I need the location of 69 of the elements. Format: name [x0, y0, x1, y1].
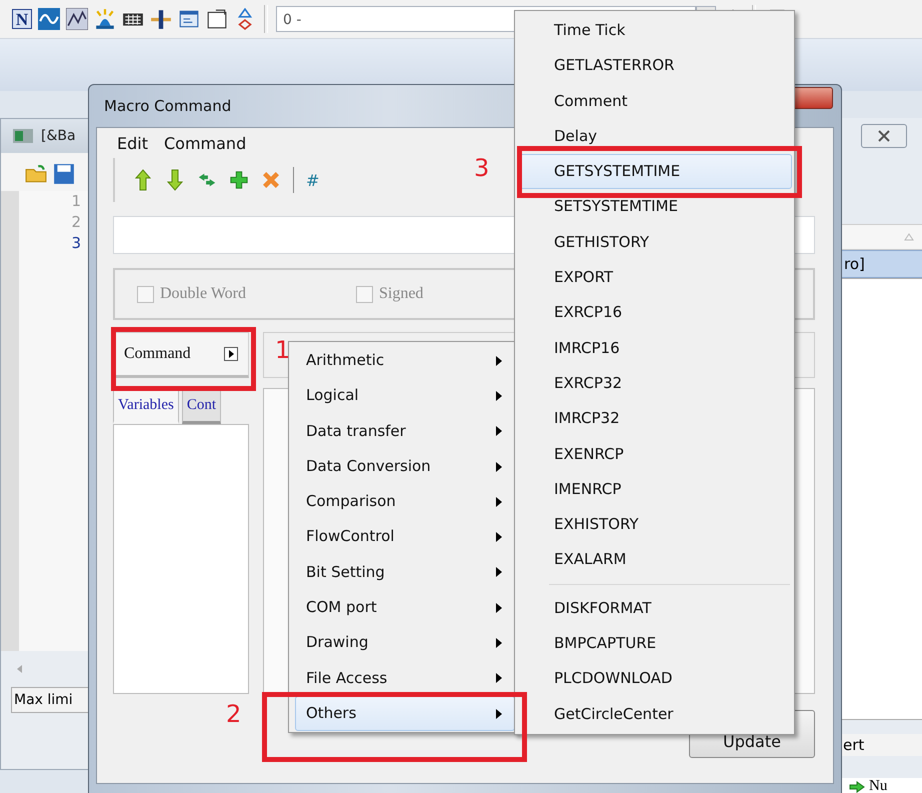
dialog-title: Macro Command — [104, 97, 232, 115]
step-number: 3 — [474, 154, 490, 182]
submenu-arrow-icon — [496, 673, 502, 684]
sort-icon — [904, 233, 914, 241]
alarm-lamp-icon[interactable] — [94, 8, 116, 30]
window-icon — [13, 129, 33, 143]
trend-icon[interactable] — [66, 8, 88, 30]
window-title: [&Ba — [41, 128, 76, 144]
menu-item[interactable]: Arithmetic — [295, 343, 515, 378]
menu-item[interactable]: File Access — [295, 660, 515, 696]
menu-item[interactable]: EXALARM — [517, 542, 792, 578]
submenu-arrow-icon — [496, 496, 502, 507]
menu-item[interactable]: Comparison — [295, 484, 515, 520]
menu-item[interactable]: Logical — [295, 378, 515, 414]
menu-item[interactable]: Command — [164, 134, 246, 152]
toolbar-button[interactable]: N — [12, 9, 32, 29]
step-number: 1 — [275, 336, 290, 364]
close-icon — [878, 130, 890, 142]
menu-item[interactable]: FlowControl — [295, 519, 515, 555]
line-number: 3 — [71, 233, 81, 254]
list-row[interactable]: ro] — [841, 250, 922, 278]
tab[interactable]: Cont — [182, 388, 221, 424]
step-number: 2 — [226, 700, 242, 728]
menu-item[interactable]: Others — [295, 696, 515, 732]
line-number: 1 — [71, 191, 81, 212]
submenu-arrow-icon — [496, 426, 502, 436]
menu-item[interactable]: EXRCP16 — [517, 295, 792, 331]
submenu-arrow-icon — [496, 462, 502, 472]
submenu-arrow-icon — [496, 602, 502, 613]
slider-icon[interactable] — [150, 8, 172, 30]
window-icon[interactable] — [178, 8, 200, 30]
menu-item[interactable]: Drawing — [295, 625, 515, 661]
menu-item[interactable]: DISKFORMAT — [517, 590, 792, 626]
submenu-arrow-icon — [496, 708, 502, 719]
line-number: 2 — [71, 212, 81, 233]
menu-item[interactable]: COM port — [295, 590, 515, 626]
menu-item[interactable]: EXHISTORY — [517, 507, 792, 542]
frame-icon[interactable] — [206, 8, 228, 30]
arrow-down-icon[interactable] — [165, 169, 185, 191]
menu-item[interactable]: EXPORT — [517, 260, 792, 296]
menu-item[interactable]: Data transfer — [295, 414, 515, 449]
submenu-arrow-icon — [496, 567, 502, 578]
menu-item[interactable]: IMRCP32 — [517, 401, 792, 437]
menu-item[interactable]: PLCDOWNLOAD — [517, 661, 792, 697]
status-text: ert — [841, 734, 922, 756]
close-button[interactable] — [861, 124, 907, 148]
menu-item[interactable]: IMRCP16 — [517, 330, 792, 366]
submenu-arrow-icon — [496, 390, 502, 401]
menu-item[interactable]: EXRCP32 — [517, 366, 792, 402]
wave-icon[interactable] — [38, 8, 60, 30]
menu-item[interactable]: Edit — [117, 134, 148, 152]
menu-item[interactable]: EXENRCP — [517, 436, 792, 472]
tab[interactable]: Variables — [113, 388, 179, 424]
submenu-arrow-icon — [496, 532, 502, 542]
submenu-arrow-icon — [496, 356, 502, 366]
menu-item[interactable]: Bit Setting — [295, 554, 515, 590]
arrow-up-icon[interactable] — [133, 169, 153, 191]
plus-icon[interactable] — [229, 169, 249, 191]
arrow-right-icon — [849, 780, 865, 792]
menu-item[interactable]: Comment — [517, 84, 792, 119]
submenu-arrow-icon — [496, 638, 502, 648]
menu-item[interactable]: Data Conversion — [295, 448, 515, 484]
save-icon[interactable] — [53, 163, 75, 185]
folder-icon[interactable] — [25, 163, 47, 185]
menu-item[interactable]: BMPCAPTURE — [517, 626, 792, 662]
menu-item[interactable]: GETHISTORY — [517, 224, 792, 260]
hash-button[interactable]: # — [306, 170, 320, 190]
command-button[interactable]: Command — [113, 332, 249, 378]
menu-item[interactable]: IMENRCP — [517, 472, 792, 508]
